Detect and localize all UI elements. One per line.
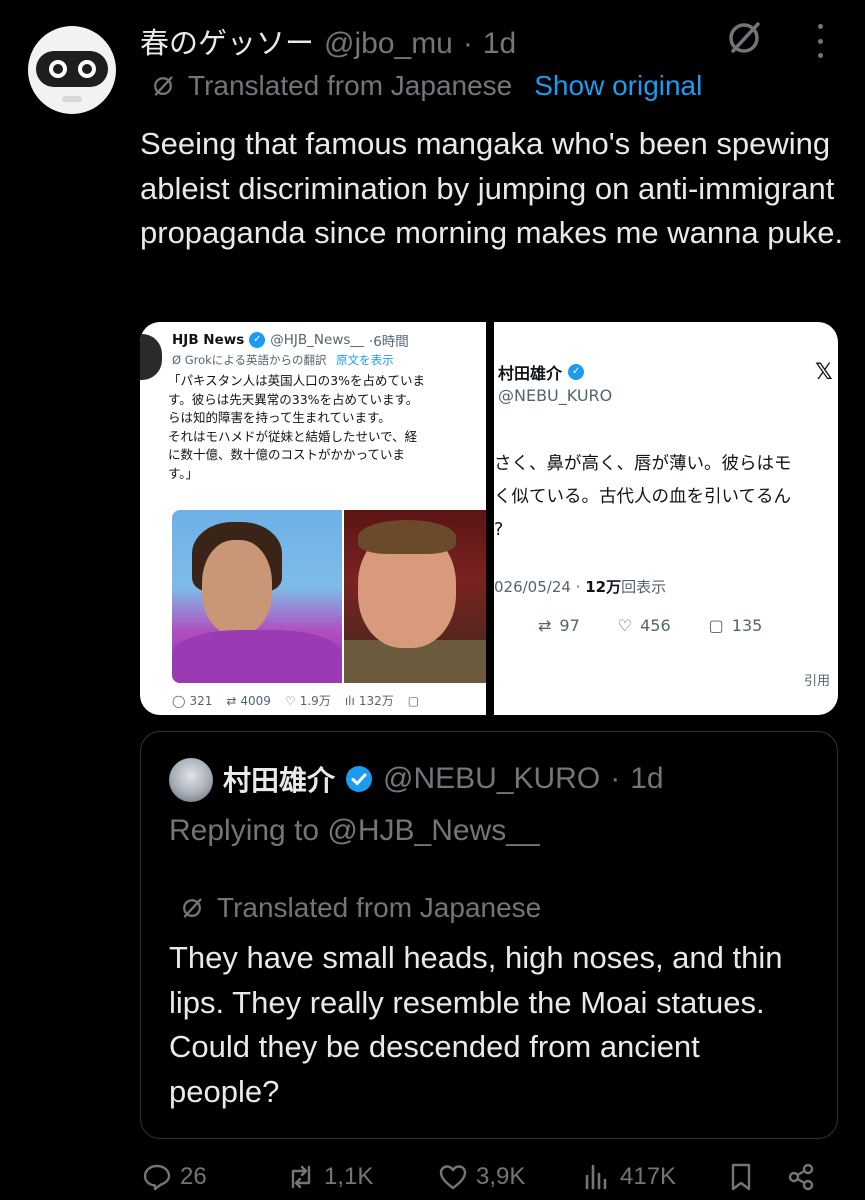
action-bar: 26 1,1K 3,9K 417K [142, 1160, 842, 1200]
like-icon: ♡ [284, 693, 296, 708]
post-header: 春のゲッソー @jbo_mu · 1d [140, 20, 516, 60]
hjb-name: HJB News [172, 332, 245, 348]
like-icon: ♡ [617, 616, 633, 635]
reply-count: 26 [180, 1163, 207, 1190]
quoted-tweet[interactable]: 村田雄介 @NEBU_KURO · 1d Replying to @HJB_Ne… [140, 731, 838, 1139]
verified-icon: ✓ [568, 364, 585, 380]
avatar-visor [36, 51, 108, 87]
bookmark-button[interactable] [726, 1162, 756, 1192]
murata-body: さく、鼻が高く、唇が薄い。彼らはモ く似ている。古代人の血を引いてるん ? [494, 454, 792, 540]
views-icon: ılı [344, 693, 355, 708]
like-count: 3,9K [476, 1163, 526, 1190]
translated-label: Translated from Japanese [188, 70, 513, 101]
reply-icon [143, 1164, 171, 1191]
murata-name: 村田雄介 [498, 364, 563, 383]
quoted-text: They have small heads, high noses, and t… [169, 940, 783, 1109]
translate-grok-icon [183, 898, 202, 918]
share-button[interactable] [786, 1162, 816, 1192]
grok-icon[interactable] [724, 18, 764, 58]
quoted-avatar[interactable] [169, 758, 213, 802]
post-timestamp[interactable]: 1d [483, 27, 516, 61]
post-text: Seeing that famous mangaka who's been sp… [140, 126, 844, 250]
repost-icon: ⇄ [538, 616, 552, 635]
post-media[interactable]: HJB News ✓ @HJB_News__ ·6時間 Ø Grokによる英語か… [140, 322, 838, 715]
reply-button[interactable]: 26 [142, 1162, 207, 1192]
repost-button[interactable]: 1,1K [286, 1162, 373, 1192]
separator-dot: · [610, 762, 621, 795]
verified-icon [346, 766, 373, 792]
author-display-name[interactable]: 春のゲッソー [140, 20, 314, 62]
author-avatar[interactable] [28, 26, 116, 114]
like-button[interactable]: 3,9K [438, 1162, 525, 1192]
author-handle[interactable]: @jbo_mu [324, 27, 453, 61]
hjb-translation-row: Ø Grokによる英語からの翻訳 原文を表示 [172, 352, 394, 368]
hjb-body: 「パキスタン人は英国人口の3%を占めていま す。彼らは先天異常の33%を占めてい… [168, 373, 425, 481]
translate-grok-icon [154, 76, 173, 96]
quoted-translated-label: Translated from Japanese [217, 892, 542, 923]
photo-girl [172, 510, 342, 683]
share-icon [788, 1163, 814, 1191]
hjb-avatar [140, 334, 162, 380]
repost-count: 1,1K [324, 1163, 374, 1190]
views-count: 417K [620, 1163, 677, 1190]
quoted-timestamp[interactable]: 1d [630, 762, 663, 796]
hjb-handle: @HJB_News__ [270, 332, 364, 348]
replying-to[interactable]: Replying to @HJB_News__ [169, 814, 540, 848]
murata-date: 026/05/24 · 12万回表示 [494, 578, 667, 596]
show-original-link[interactable]: Show original [534, 70, 702, 102]
photo-man [344, 510, 486, 683]
hjb-stats: ◯ 321 ⇄ 4009 ♡ 1.9万 ılı 132万 ▢ [172, 693, 420, 709]
hjb-translated-label: Grokによる英語からの翻訳 [184, 353, 327, 367]
quoted-name[interactable]: 村田雄介 [223, 759, 335, 799]
quoted-translation-row: Translated from Japanese [179, 892, 541, 924]
murata-stats: ⇄ 97 ♡ 456 ▢ 135 [538, 616, 763, 635]
reply-icon: ◯ [172, 693, 186, 708]
bookmark-icon: ▢ [407, 693, 420, 708]
x-logo-icon: 𝕏 [815, 360, 833, 385]
quoted-handle[interactable]: @NEBU_KURO [383, 762, 600, 796]
murata-header: 村田雄介 ✓ [498, 360, 585, 384]
media-image-right[interactable]: 村田雄介 ✓ @NEBU_KURO 𝕏 さく、鼻が高く、唇が薄い。彼らはモ く似… [494, 322, 838, 715]
views-button[interactable]: 417K [582, 1162, 676, 1192]
repost-icon [291, 1165, 311, 1189]
like-icon [439, 1165, 467, 1190]
murata-handle: @NEBU_KURO [498, 386, 613, 405]
views-icon [585, 1164, 607, 1190]
more-icon[interactable] [808, 24, 832, 58]
hjb-show-original: 原文を表示 [336, 353, 394, 367]
bookmark-icon: ▢ [708, 616, 724, 635]
hjb-time: ·6時間 [368, 334, 409, 350]
hjb-header: HJB News ✓ @HJB_News__ ·6時間 [172, 330, 409, 350]
murata-quote-label: 引用 [804, 674, 831, 689]
grok-icon: Ø [172, 353, 182, 367]
separator-dot: · [462, 27, 473, 60]
media-image-left[interactable]: HJB News ✓ @HJB_News__ ·6時間 Ø Grokによる英語か… [140, 322, 486, 715]
repost-icon: ⇄ [226, 693, 237, 708]
bookmark-icon [731, 1163, 751, 1191]
quoted-header: 村田雄介 @NEBU_KURO · 1d [223, 759, 664, 799]
translation-row: Translated from Japanese Show original [150, 70, 702, 102]
verified-icon: ✓ [249, 332, 266, 348]
